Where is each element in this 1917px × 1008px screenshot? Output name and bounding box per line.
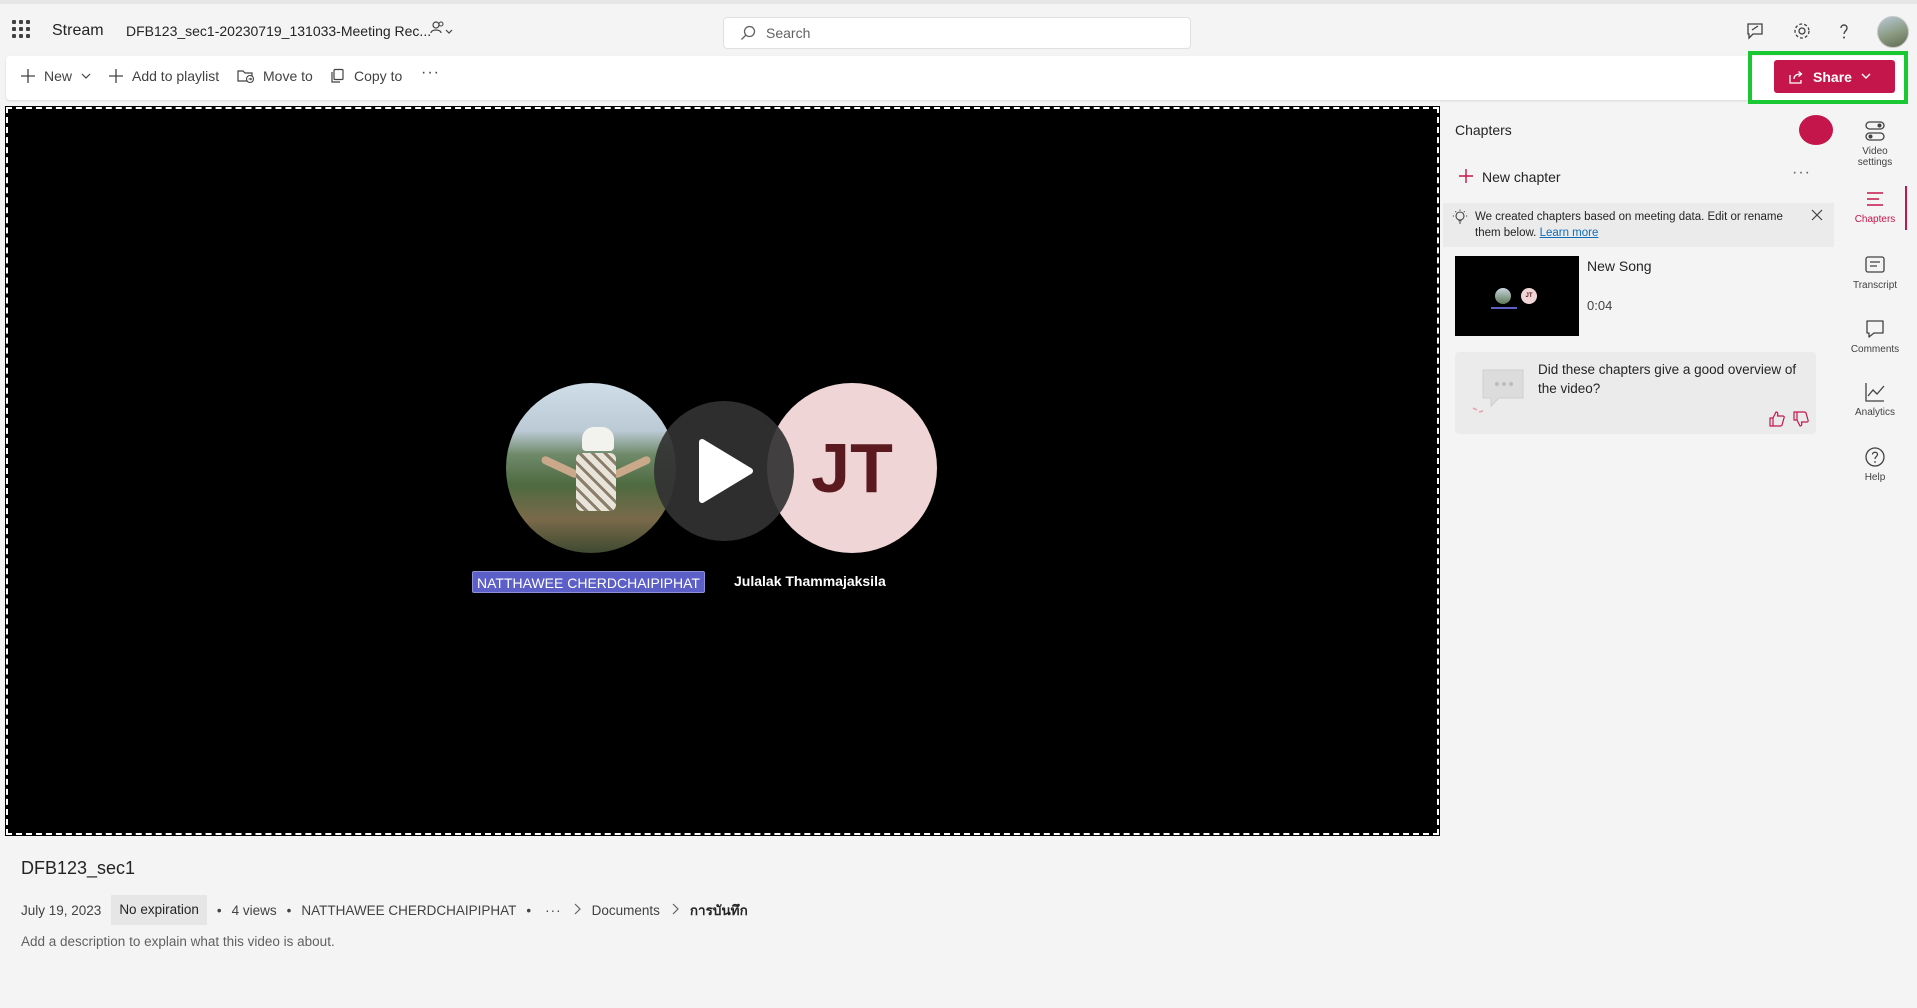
new-button[interactable]: New <box>20 68 92 84</box>
breadcrumb-more-button[interactable]: ··· <box>545 903 562 918</box>
search-icon <box>741 25 756 40</box>
transcript-icon <box>1865 256 1885 273</box>
app-name[interactable]: Stream <box>52 22 104 40</box>
copy-to-button[interactable]: Copy to <box>330 68 402 84</box>
video-player[interactable]: JT NATTHAWEE CHERDCHAIPIPHAT Julalak Tha… <box>5 106 1440 836</box>
move-to-label: Move to <box>263 68 313 84</box>
search-placeholder: Search <box>766 25 811 41</box>
thumbs-up-icon[interactable] <box>1768 410 1786 433</box>
video-metadata-row: July 19, 2023 No expiration • 4 views • … <box>21 895 748 925</box>
folder-move-icon <box>237 68 255 84</box>
video-title[interactable]: DFB123_sec1 <box>21 858 135 879</box>
lightbulb-icon <box>1452 209 1468 230</box>
feedback-question: Did these chapters give a good overview … <box>1538 362 1797 396</box>
share-label: Share <box>1813 68 1852 85</box>
breadcrumb-current-folder[interactable]: การบันทึก <box>690 899 748 921</box>
play-icon <box>699 439 753 503</box>
chevron-down-icon <box>80 70 92 82</box>
plus-icon <box>1458 168 1474 185</box>
copy-to-label: Copy to <box>354 68 403 84</box>
separator-dot: • <box>526 902 532 918</box>
participant-name-tag: NATTHAWEE CHERDCHAIPIPHAT <box>472 571 705 593</box>
video-settings-icon <box>1865 121 1885 141</box>
chapters-feedback-card: Did these chapters give a good overview … <box>1455 352 1816 434</box>
chevron-down-icon <box>1860 69 1880 85</box>
breadcrumb-documents[interactable]: Documents <box>592 903 660 918</box>
rail-chapters[interactable]: Chapters <box>1842 188 1908 225</box>
copy-icon <box>330 68 346 84</box>
thumbs-down-icon[interactable] <box>1792 410 1810 433</box>
chat-bubble-illustration-icon <box>1469 364 1529 425</box>
share-icon <box>1789 70 1803 84</box>
more-actions-button[interactable]: ··· <box>421 64 440 82</box>
recording-indicator-icon <box>1799 115 1833 145</box>
thumbnail-avatar: JT <box>1521 288 1537 304</box>
help-circle-icon <box>1865 447 1885 467</box>
participant-photo-avatar <box>506 383 676 553</box>
chevron-right-icon <box>670 903 680 918</box>
participant-name-tag: Julalak Thammajaksila <box>734 573 886 589</box>
plus-icon <box>20 68 36 84</box>
top-bar: Stream DFB123_sec1-20230719_131033-Meeti… <box>0 0 1917 56</box>
rail-label: Help <box>1864 472 1886 483</box>
description-field[interactable]: Add a description to explain what this v… <box>21 934 335 949</box>
rail-label: Comments <box>1850 344 1900 355</box>
people-chevron-icon[interactable] <box>430 20 456 38</box>
move-to-button[interactable]: Move to <box>237 68 313 84</box>
chapters-panel-title: Chapters <box>1455 122 1512 138</box>
banner-message: We created chapters based on meeting dat… <box>1475 211 1783 239</box>
banner-text: We created chapters based on meeting dat… <box>1475 209 1805 241</box>
thumbnail-avatar <box>1495 288 1511 304</box>
add-to-playlist-label: Add to playlist <box>132 68 220 84</box>
app-launcher-icon[interactable] <box>12 20 30 38</box>
settings-gear-icon[interactable] <box>1791 20 1813 42</box>
share-button[interactable]: Share <box>1774 60 1895 93</box>
chapter-name[interactable]: New Song <box>1587 258 1652 274</box>
feedback-icon[interactable] <box>1744 20 1766 42</box>
chapter-thumbnail[interactable]: JT <box>1455 256 1579 336</box>
comments-icon <box>1866 320 1884 338</box>
rail-label: Video settings <box>1857 146 1893 168</box>
add-to-playlist-button[interactable]: Add to playlist <box>108 68 219 84</box>
rail-video-settings[interactable]: Video settings <box>1842 120 1908 168</box>
chapters-info-banner: We created chapters based on meeting dat… <box>1443 203 1834 247</box>
rail-help[interactable]: Help <box>1842 446 1908 483</box>
play-button[interactable] <box>654 401 794 541</box>
chapters-more-button[interactable]: ··· <box>1792 164 1811 182</box>
rail-transcript[interactable]: Transcript <box>1842 254 1908 291</box>
view-count: 4 views <box>231 902 277 918</box>
chapter-timestamp[interactable]: 0:04 <box>1587 298 1612 313</box>
new-chapter-button[interactable]: New chapter <box>1458 168 1561 185</box>
close-icon[interactable] <box>1811 209 1823 224</box>
learn-more-link[interactable]: Learn more <box>1540 227 1599 239</box>
rail-analytics[interactable]: Analytics <box>1842 381 1908 418</box>
owner-name[interactable]: NATTHAWEE CHERDCHAIPIPHAT <box>301 903 516 918</box>
document-title[interactable]: DFB123_sec1-20230719_131033-Meeting Rec.… <box>126 23 431 39</box>
chapters-list-icon <box>1867 192 1883 206</box>
analytics-chart-icon <box>1865 383 1885 402</box>
search-box[interactable]: Search <box>723 17 1191 49</box>
separator-dot: • <box>216 902 222 918</box>
help-question-icon[interactable] <box>1833 20 1855 42</box>
rail-label: Chapters <box>1854 214 1896 225</box>
rail-label: Transcript <box>1852 280 1898 291</box>
rail-label: Analytics <box>1854 407 1895 418</box>
new-label: New <box>44 68 73 84</box>
plus-icon <box>108 68 124 84</box>
rail-comments[interactable]: Comments <box>1842 318 1908 355</box>
user-avatar[interactable] <box>1877 16 1909 48</box>
new-chapter-label: New chapter <box>1482 168 1561 185</box>
chevron-right-icon <box>572 903 582 918</box>
expiration-badge[interactable]: No expiration <box>111 895 207 925</box>
video-date: July 19, 2023 <box>21 902 102 918</box>
separator-dot: • <box>286 902 292 918</box>
